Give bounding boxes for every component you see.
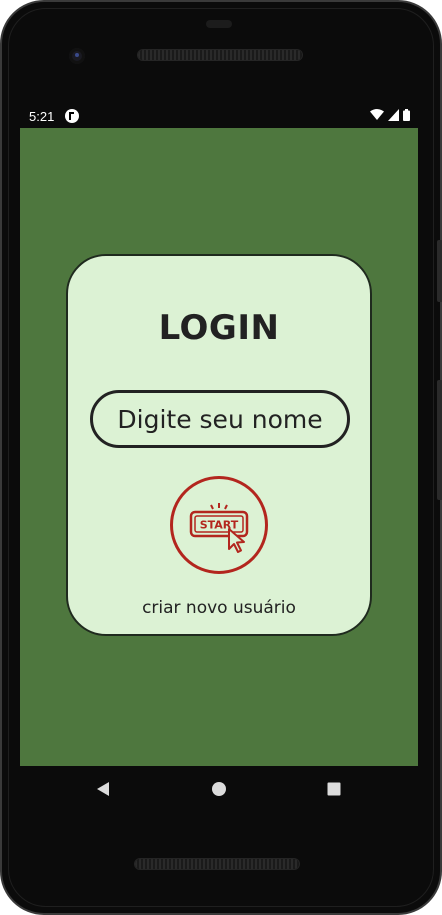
status-bar: 5:21: [20, 106, 418, 128]
login-title: LOGIN: [158, 308, 280, 348]
start-button[interactable]: START: [170, 476, 268, 574]
top-speaker-grille: [138, 50, 302, 60]
recents-square-icon: [327, 782, 341, 796]
battery-icon: [403, 109, 410, 121]
power-button: [437, 240, 442, 302]
nav-back-button[interactable]: [93, 778, 115, 800]
nav-home-button[interactable]: [208, 778, 230, 800]
status-time: 5:21: [29, 109, 55, 124]
back-triangle-icon: [97, 782, 109, 796]
app-notification-icon: [65, 109, 79, 123]
phone-frame: 5:21 LOGIN START: [0, 0, 442, 915]
start-button-cursor-icon: START: [189, 503, 249, 553]
wifi-icon: [370, 109, 384, 121]
signal-icon: [388, 109, 399, 121]
start-label: START: [200, 519, 239, 532]
home-circle-icon: [212, 782, 226, 796]
volume-button: [437, 380, 442, 500]
create-user-link[interactable]: criar novo usuário: [68, 598, 370, 618]
app-screen: LOGIN START criar novo usuário: [20, 128, 418, 766]
earpiece: [206, 20, 232, 28]
name-input[interactable]: [90, 390, 350, 448]
bottom-speaker-grille: [135, 859, 299, 869]
front-camera-icon: [69, 48, 85, 64]
nav-recents-button[interactable]: [323, 778, 345, 800]
status-icons: [370, 109, 410, 121]
login-card: LOGIN START criar novo usuário: [66, 254, 372, 636]
navigation-bar: [20, 766, 418, 812]
